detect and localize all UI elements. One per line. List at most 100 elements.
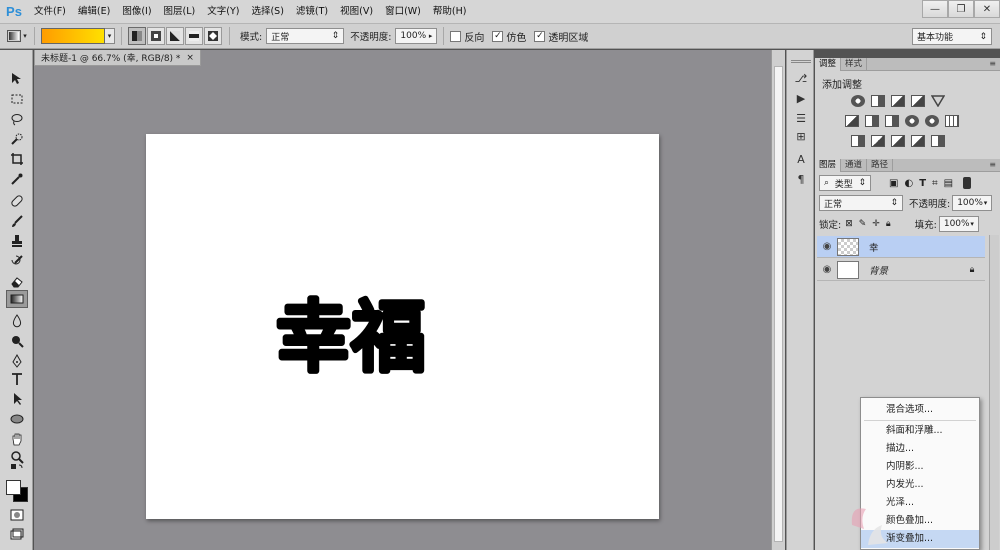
restore-button[interactable]: ❐	[948, 0, 974, 18]
blend-mode-select[interactable]: 正常 ⇕	[819, 195, 903, 211]
tab-styles[interactable]: 样式	[841, 58, 868, 71]
visibility-eye-icon[interactable]: ◉	[817, 264, 837, 275]
filter-smart-object-icon[interactable]: ▤	[944, 178, 953, 189]
close-button[interactable]: ✕	[974, 0, 1000, 18]
menu-item[interactable]: 文字(Y)	[201, 0, 245, 24]
vibrance-icon[interactable]	[930, 95, 946, 108]
radial-gradient-button[interactable]	[147, 27, 165, 45]
crop-tool-icon[interactable]	[6, 150, 28, 168]
context-menu-item[interactable]: 斜面和浮雕...	[861, 422, 979, 440]
filter-pixel-icon[interactable]: ▣	[889, 178, 898, 189]
invert-icon[interactable]	[851, 135, 865, 147]
photo-filter-icon[interactable]	[905, 115, 919, 127]
menu-item[interactable]: 窗口(W)	[379, 0, 427, 24]
context-menu-item[interactable]: 内阴影...	[861, 458, 979, 476]
lock-all-icon[interactable]: 🔒︎	[886, 219, 891, 229]
path-selection-tool-icon[interactable]	[6, 390, 28, 408]
gradient-picker-swatch[interactable]	[41, 28, 105, 44]
quick-mask-icon[interactable]	[6, 506, 28, 524]
layer-row-background[interactable]: ◉ 背景 🔒︎	[817, 259, 985, 281]
filter-toggle-icon[interactable]	[963, 177, 972, 189]
tab-layers[interactable]: 图层	[815, 159, 842, 172]
panel-menu-icon[interactable]: ≡	[989, 59, 996, 68]
fill-field[interactable]: 100% ▾	[938, 216, 979, 232]
menu-item[interactable]: 帮助(H)	[427, 0, 473, 24]
transparency-option[interactable]: ✓ 透明区域	[534, 29, 588, 44]
eraser-tool-icon[interactable]	[6, 272, 28, 290]
panel-menu-icon[interactable]: ≡	[989, 160, 996, 169]
blur-tool-icon[interactable]	[6, 312, 28, 330]
lock-position-icon[interactable]: ✛	[872, 219, 880, 229]
menu-item[interactable]: 图层(L)	[158, 0, 202, 24]
layer-row-xing[interactable]: ◉ 幸	[817, 236, 985, 258]
curves-icon[interactable]	[891, 95, 905, 107]
layer-filter-select[interactable]: ⌕ 类型 ⇕	[819, 175, 871, 191]
tab-channels[interactable]: 通道	[841, 159, 868, 172]
tab-paths[interactable]: 路径	[867, 159, 894, 172]
dither-option[interactable]: ✓ 仿色	[492, 29, 526, 44]
transparency-checkbox[interactable]: ✓	[534, 30, 546, 42]
shape-tool-icon[interactable]	[6, 410, 28, 428]
gradient-tool-icon[interactable]	[6, 290, 28, 308]
pen-tool-icon[interactable]	[6, 352, 28, 370]
history-icon[interactable]: ⎇	[793, 70, 809, 86]
actions-play-icon[interactable]: ▶	[793, 90, 809, 106]
clone-source-icon[interactable]: ⊞	[793, 128, 809, 144]
hand-tool-icon[interactable]	[6, 430, 28, 448]
menu-item[interactable]: 编辑(E)	[72, 0, 116, 24]
channel-mixer-icon[interactable]	[925, 115, 939, 127]
workspace-select[interactable]: 基本功能 ⇕	[912, 28, 992, 45]
menu-item[interactable]: 滤镜(T)	[290, 0, 334, 24]
color-balance-icon[interactable]	[865, 115, 879, 127]
clone-stamp-tool-icon[interactable]	[6, 232, 28, 250]
close-icon[interactable]: ×	[186, 53, 194, 63]
filter-shape-icon[interactable]: ⌗	[932, 178, 938, 189]
opacity-field[interactable]: 100% ▸	[395, 28, 438, 44]
healing-brush-tool-icon[interactable]	[6, 192, 28, 210]
reflected-gradient-button[interactable]	[185, 27, 203, 45]
filter-adjustment-icon[interactable]: ◐	[904, 178, 913, 189]
tab-adjustments[interactable]: 调整	[815, 58, 842, 71]
gradient-map-icon[interactable]	[911, 135, 925, 147]
type-tool-icon[interactable]	[6, 370, 28, 388]
eyedropper-tool-icon[interactable]	[6, 170, 28, 188]
levels-icon[interactable]	[871, 95, 885, 107]
quick-selection-tool-icon[interactable]	[6, 130, 28, 148]
history-brush-tool-icon[interactable]	[6, 252, 28, 270]
angle-gradient-button[interactable]	[166, 27, 184, 45]
brush-tool-icon[interactable]	[6, 212, 28, 230]
context-menu-item[interactable]: 内发光...	[861, 476, 979, 494]
menu-item[interactable]: 视图(V)	[334, 0, 379, 24]
dock-grip[interactable]	[791, 60, 811, 63]
scrollbar-thumb[interactable]	[774, 66, 783, 542]
filter-type-icon[interactable]: T	[919, 178, 926, 189]
dodge-tool-icon[interactable]	[6, 332, 28, 350]
hue-saturation-icon[interactable]	[845, 115, 859, 127]
color-lookup-icon[interactable]	[945, 115, 959, 127]
marquee-tool-icon[interactable]	[6, 90, 28, 108]
layers-scrollbar[interactable]	[989, 235, 999, 550]
layer-opacity-field[interactable]: 100% ▾	[952, 195, 993, 211]
reverse-checkbox[interactable]	[450, 30, 462, 42]
character-panel-icon[interactable]: A	[793, 151, 809, 167]
document-tab[interactable]: 未标题-1 @ 66.7% (幸, RGB/8) * ×	[34, 50, 201, 66]
move-tool-icon[interactable]	[6, 70, 28, 88]
foreground-color-swatch[interactable]	[6, 480, 21, 495]
lock-transparent-icon[interactable]: ⊠	[845, 219, 853, 229]
exposure-icon[interactable]	[911, 95, 925, 107]
screen-mode-icon[interactable]	[6, 526, 28, 544]
menu-item[interactable]: 选择(S)	[245, 0, 289, 24]
menu-item[interactable]: 图像(I)	[116, 0, 157, 24]
posterize-icon[interactable]	[871, 135, 885, 147]
swap-colors-icon[interactable]	[6, 464, 28, 476]
black-white-icon[interactable]	[885, 115, 899, 127]
context-menu-item[interactable]: 描边...	[861, 440, 979, 458]
context-menu-item[interactable]: 混合选项...	[861, 401, 979, 419]
visibility-eye-icon[interactable]: ◉	[817, 241, 837, 252]
canvas[interactable]: 幸福	[146, 134, 659, 519]
document-scrollbar[interactable]	[771, 50, 785, 550]
lock-pixels-icon[interactable]: ✎	[859, 219, 867, 229]
gradient-picker-arrow[interactable]: ▾	[105, 28, 115, 44]
selective-color-icon[interactable]	[931, 135, 945, 147]
reverse-option[interactable]: 反向	[450, 29, 484, 44]
